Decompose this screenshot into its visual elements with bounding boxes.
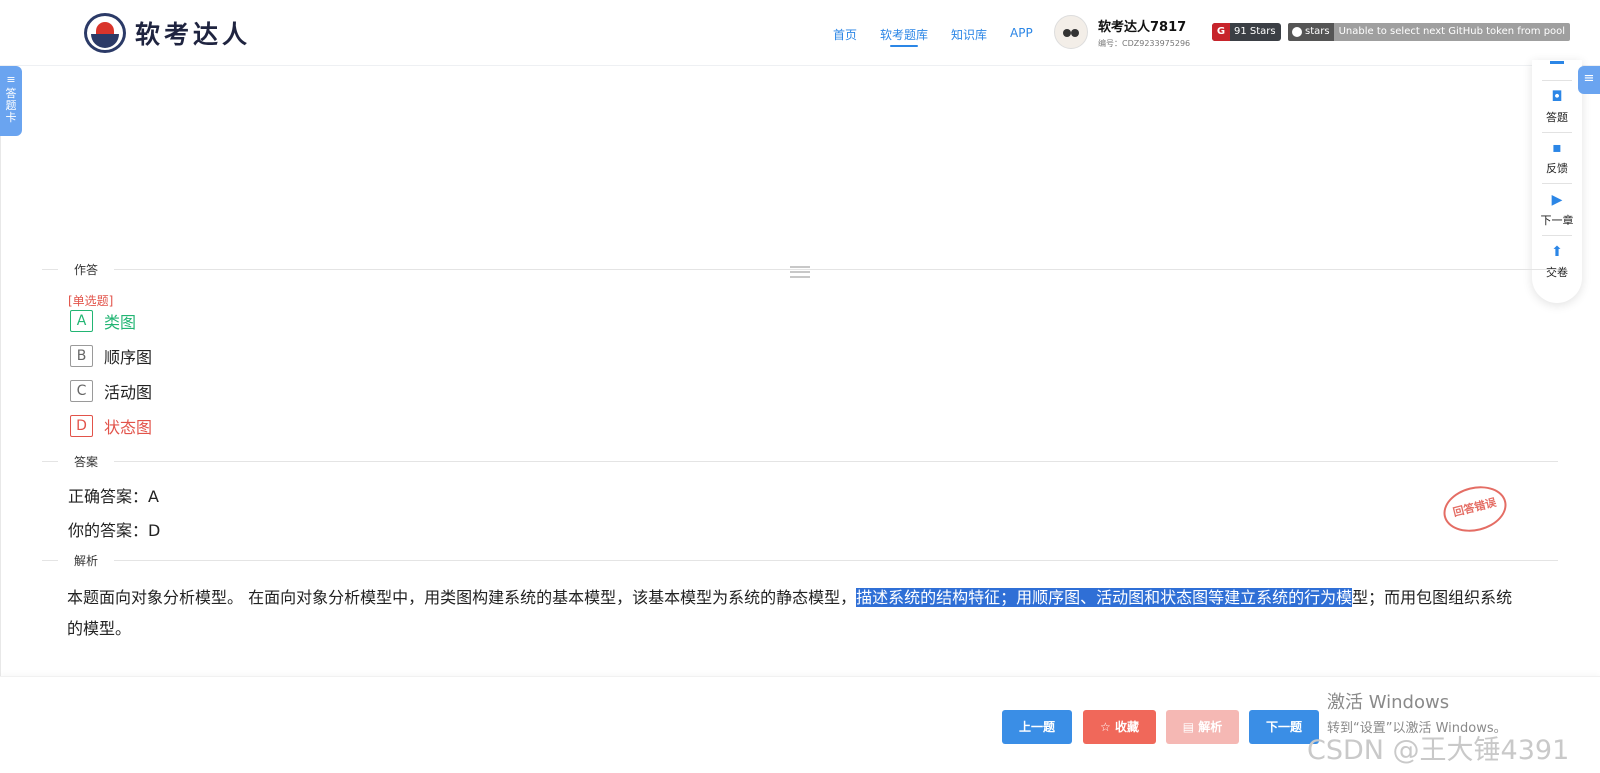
toolbar-feedback-button[interactable]: ▪ 反馈: [1532, 140, 1582, 176]
analysis-text-start: 本题面向对象分析模型。 在面向对象分析模型中，用类图构建系统的基本模型，该基本模…: [67, 588, 857, 607]
right-panel-toggle[interactable]: ≡: [1578, 66, 1600, 94]
answer-card-label: 答题卡: [5, 87, 17, 124]
submit-icon: ⬆: [1551, 244, 1563, 260]
github-icon: [1292, 27, 1302, 37]
correct-answer: 正确答案：A: [68, 487, 159, 506]
toolbar-answer-button[interactable]: ◘ 答题: [1532, 89, 1582, 125]
next-chapter-icon: ▶: [1551, 192, 1563, 208]
brand-name: 软考达人: [135, 20, 252, 49]
windows-watermark-title: 激活 Windows: [1327, 692, 1450, 713]
option-letter: D: [70, 415, 93, 437]
option-text: 状态图: [104, 418, 153, 437]
option-text: 顺序图: [104, 348, 153, 367]
nav-item-knowledge-base[interactable]: 知识库: [951, 26, 987, 43]
option-b[interactable]: B 顺序图: [70, 344, 152, 368]
answer-title: 答案: [58, 453, 115, 470]
nav-item-home[interactable]: 首页: [833, 26, 857, 43]
github-badge-label: stars: [1288, 23, 1334, 41]
menu-icon: ≡: [6, 73, 16, 86]
csdn-watermark: CSDN @王大锤4391: [1307, 735, 1570, 766]
logo-icon: [84, 13, 126, 53]
option-letter: C: [70, 380, 93, 402]
answer-card-tab[interactable]: ≡ 答题卡: [0, 66, 22, 136]
answer-divider: [42, 461, 1558, 462]
user-info: 软考达人7817 编号：CDZ9233975296: [1098, 16, 1190, 49]
github-badge-message: Unable to select next GitHub token from …: [1333, 23, 1571, 41]
right-toolbar: ◘ 答题 ▪ 反馈 ▶ 下一章 ⬆ 交卷: [1532, 60, 1582, 303]
github-badge[interactable]: stars Unable to select next GitHub token…: [1288, 23, 1571, 41]
option-letter: A: [70, 310, 93, 332]
answer-area-title: 作答: [58, 261, 115, 278]
prev-question-button[interactable]: 上一题: [1002, 710, 1072, 744]
gitee-icon: G: [1212, 23, 1230, 41]
analysis-text-selected: 描述系统的结构特征；用顺序图、活动图和状态图等建立系统的行为模: [856, 588, 1353, 607]
resize-handle-icon[interactable]: [790, 266, 810, 278]
user-name: 软考达人7817: [1098, 19, 1187, 35]
toolbar-feedback-label: 反馈: [1546, 162, 1568, 175]
toolbar-divider: [1542, 80, 1572, 81]
menu-icon: ≡: [1583, 71, 1595, 86]
analysis-button[interactable]: ▤ 解析: [1166, 710, 1239, 744]
question-type: [单选题]: [68, 294, 114, 308]
analysis-divider: [42, 560, 1558, 561]
nav-item-app[interactable]: APP: [1010, 26, 1033, 43]
toolbar-submit-label: 交卷: [1546, 266, 1568, 279]
option-text: 类图: [104, 313, 137, 332]
github-label: stars: [1305, 26, 1330, 37]
toolbar-divider: [1542, 183, 1572, 184]
toolbar-divider: [1542, 235, 1572, 236]
toolbar-answer-label: 答题: [1546, 111, 1568, 124]
top-header: 软考达人 首页 软考题库 知识库 APP 软考达人7817 编号：CDZ9233…: [0, 0, 1600, 66]
toolbar-next-chapter-button[interactable]: ▶ 下一章: [1532, 192, 1582, 228]
analysis-title: 解析: [58, 552, 115, 569]
brand-logo[interactable]: 软考达人: [84, 13, 251, 53]
option-d[interactable]: D 状态图: [70, 414, 152, 438]
favorite-button[interactable]: ☆ 收藏: [1083, 710, 1156, 744]
toolbar-divider: [1542, 132, 1572, 133]
toolbar-top-icon: [1550, 60, 1564, 64]
option-text: 活动图: [104, 383, 153, 402]
feedback-icon: ▪: [1552, 140, 1562, 156]
main-nav: 首页 软考题库 知识库 APP: [833, 26, 1033, 47]
user-id: 编号：CDZ9233975296: [1098, 38, 1191, 48]
option-c[interactable]: C 活动图: [70, 379, 152, 403]
user-profile[interactable]: 软考达人7817 编号：CDZ9233975296: [1054, 15, 1190, 49]
avatar[interactable]: [1054, 15, 1088, 49]
content-left-border: [0, 66, 1, 676]
toolbar-next-chapter-label: 下一章: [1540, 214, 1574, 227]
your-answer: 你的答案：D: [68, 521, 161, 540]
analysis-text: 本题面向对象分析模型。 在面向对象分析模型中，用类图构建系统的基本模型，该基本模…: [67, 582, 1517, 644]
answer-icon: ◘: [1551, 89, 1563, 105]
nav-item-question-bank[interactable]: 软考题库: [880, 26, 928, 47]
stars-count: 91 Stars: [1234, 26, 1276, 37]
wrong-answer-stamp: 回答错误: [1438, 479, 1512, 539]
stars-badge[interactable]: G 91 Stars: [1212, 23, 1281, 41]
option-letter: B: [70, 345, 93, 367]
option-a[interactable]: A 类图: [70, 309, 136, 333]
toolbar-submit-button[interactable]: ⬆ 交卷: [1532, 244, 1582, 280]
